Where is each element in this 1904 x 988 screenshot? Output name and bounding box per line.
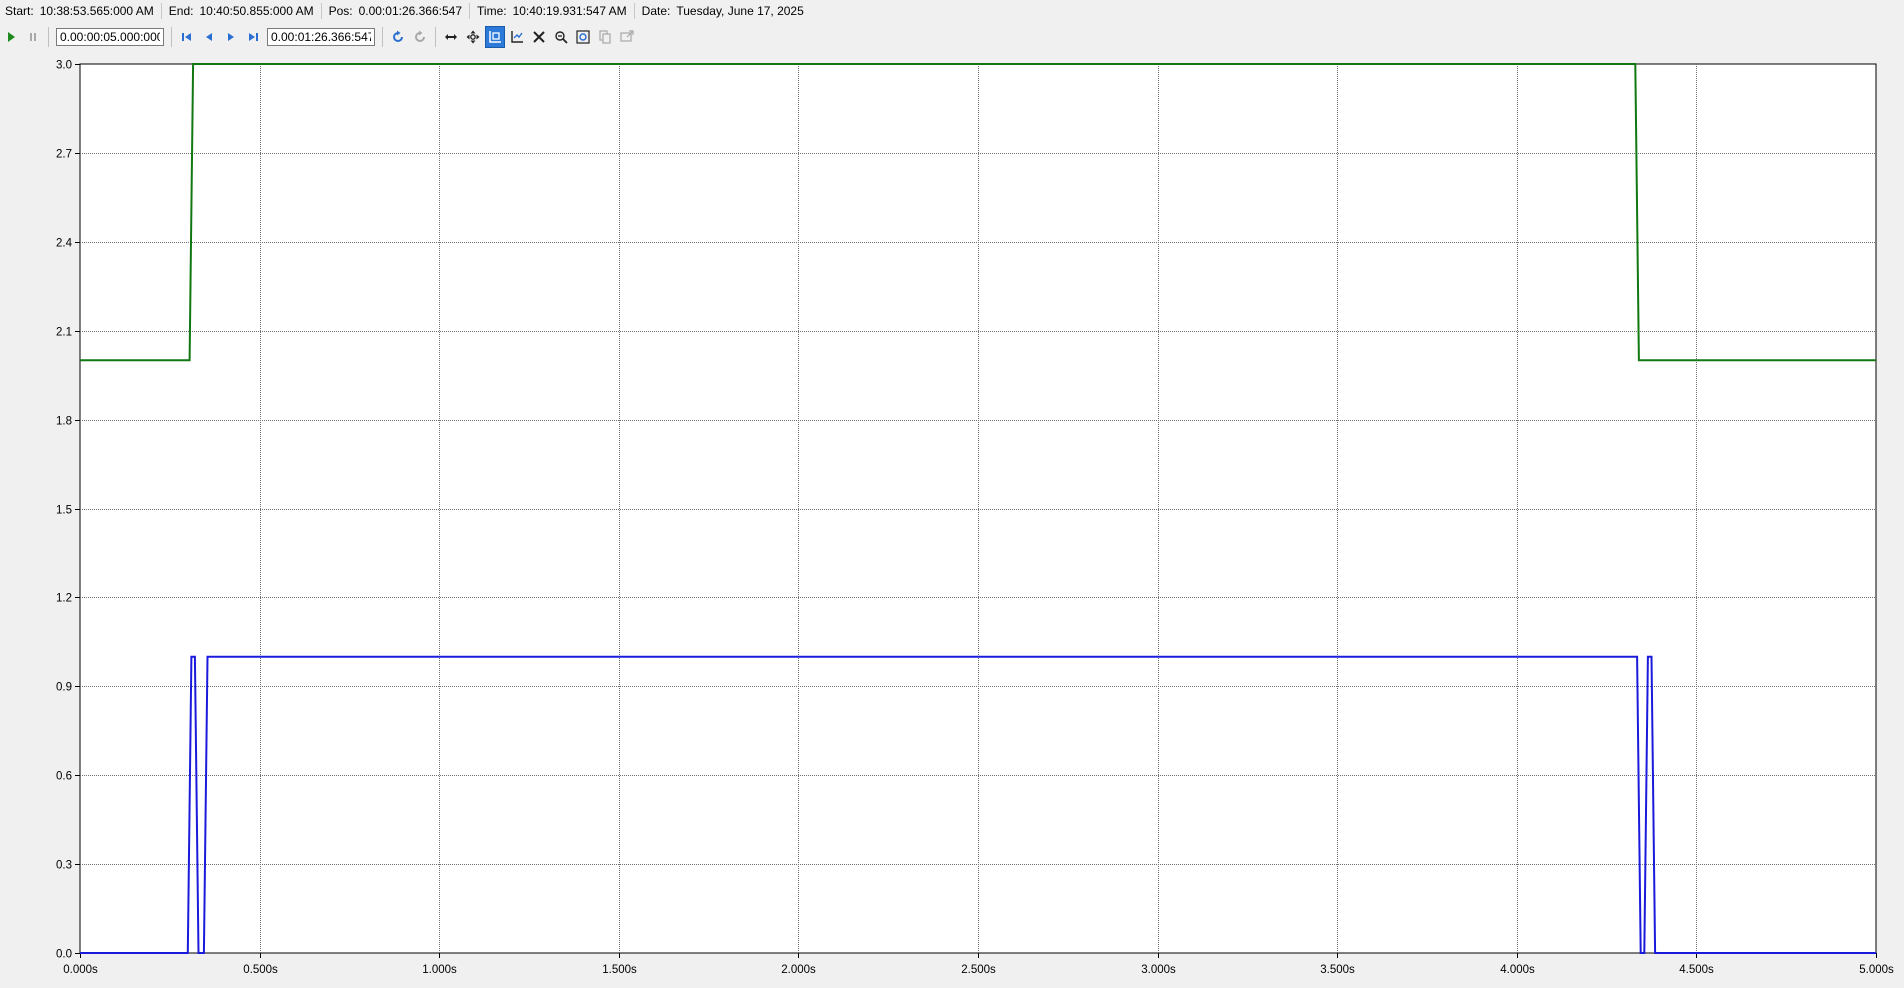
date-value: Tuesday, June 17, 2025 — [676, 4, 804, 18]
y-tick-label: 0.6 — [56, 771, 72, 783]
zoom-x-button[interactable] — [507, 26, 527, 48]
info-bar: Start: 10:38:53.565:000 AM End: 10:40:50… — [0, 0, 1904, 22]
toolbar-separator — [171, 27, 172, 47]
last-button[interactable] — [243, 26, 263, 48]
position-input[interactable] — [267, 28, 375, 46]
export-icon — [620, 30, 634, 42]
zoom-x-icon — [511, 31, 523, 43]
next-icon — [228, 33, 234, 41]
zoom-select-button[interactable] — [485, 26, 505, 48]
zoom-select-icon — [489, 31, 501, 43]
y-tick-label: 0.3 — [56, 860, 72, 872]
chart-area: 0.0 0.3 0.6 0.9 1.2 1.5 1.8 2.1 2.4 2.7 3.0 0.000s… — [0, 54, 1904, 988]
reset-zoom-button[interactable] — [529, 26, 549, 48]
x-tick-label: 4.000s — [1500, 964, 1535, 976]
export-button[interactable] — [617, 26, 637, 48]
pos-info: Pos: 0.00:01:26.366:547 — [322, 3, 471, 19]
y-axis: 0.0 0.3 0.6 0.9 1.2 1.5 1.8 2.1 2.4 2.7 3.0 — [56, 60, 80, 961]
x-tick-label: 1.000s — [422, 964, 457, 976]
start-value: 10:38:53.565:000 AM — [39, 4, 154, 18]
start-info: Start: 10:38:53.565:000 AM — [0, 3, 162, 19]
time-info: Time: 10:40:19.931:547 AM — [470, 3, 635, 19]
toolbar-separator — [48, 27, 49, 47]
x-tick-label: 5.000s — [1859, 964, 1894, 976]
last-icon — [249, 33, 258, 41]
x-axis: 0.000s 0.500s 1.000s 1.500s 2.000s 2.500s 3.00… — [63, 953, 1894, 976]
toolbar-separator — [435, 27, 436, 47]
previous-button[interactable] — [199, 26, 219, 48]
time-value: 10:40:19.931:547 AM — [512, 4, 627, 18]
refresh-icon — [393, 30, 403, 42]
x-tick-label: 2.000s — [781, 964, 816, 976]
y-tick-label: 2.4 — [56, 238, 73, 250]
pos-label: Pos: — [328, 4, 353, 18]
first-icon — [182, 33, 191, 41]
interval-input[interactable] — [56, 28, 164, 46]
toolbar-separator — [382, 27, 383, 47]
date-label: Date: — [641, 4, 671, 18]
auto-refresh-button[interactable] — [410, 26, 430, 48]
pan-button[interactable] — [463, 26, 483, 48]
y-tick-label: 1.5 — [56, 505, 72, 517]
start-label: Start: — [5, 4, 34, 18]
fit-horizontal-icon — [445, 34, 457, 40]
zoom-fit-button[interactable] — [573, 26, 593, 48]
y-tick-label: 1.2 — [56, 593, 72, 605]
y-tick-label: 2.7 — [56, 149, 72, 161]
date-info: Date: Tuesday, June 17, 2025 — [635, 3, 811, 19]
pos-value: 0.00:01:26.366:547 — [358, 4, 463, 18]
x-tick-label: 0.000s — [63, 964, 98, 976]
reset-zoom-icon — [533, 31, 545, 43]
first-button[interactable] — [177, 26, 197, 48]
signal-viewer-window: Start: 10:38:53.565:000 AM End: 10:40:50… — [0, 0, 1904, 988]
zoom-fit-icon — [576, 30, 590, 44]
x-tick-label: 4.500s — [1679, 964, 1714, 976]
refresh-button[interactable] — [388, 26, 408, 48]
pan-icon — [466, 30, 480, 44]
play-button[interactable] — [1, 26, 21, 48]
y-tick-label: 3.0 — [56, 60, 72, 72]
pause-icon — [30, 33, 36, 41]
y-tick-label: 1.8 — [56, 416, 72, 428]
next-button[interactable] — [221, 26, 241, 48]
y-tick-label: 2.1 — [56, 327, 72, 339]
x-tick-label: 1.500s — [602, 964, 637, 976]
play-icon — [8, 32, 15, 42]
x-tick-label: 2.500s — [961, 964, 996, 976]
y-tick-label: 0.9 — [56, 682, 72, 694]
auto-refresh-icon — [415, 30, 425, 42]
toolbar — [0, 24, 1904, 50]
end-value: 10:40:50.855:000 AM — [199, 4, 314, 18]
x-tick-label: 3.000s — [1141, 964, 1176, 976]
previous-icon — [206, 33, 212, 41]
zoom-out-icon — [555, 31, 568, 44]
signal-chart[interactable]: 0.0 0.3 0.6 0.9 1.2 1.5 1.8 2.1 2.4 2.7 3.0 0.000s… — [0, 54, 1904, 988]
copy-button[interactable] — [595, 26, 615, 48]
end-label: End: — [168, 4, 194, 18]
end-info: End: 10:40:50.855:000 AM — [162, 3, 322, 19]
zoom-out-button[interactable] — [551, 26, 571, 48]
pause-button[interactable] — [23, 26, 43, 48]
y-tick-label: 0.0 — [56, 949, 72, 961]
fit-horizontal-button[interactable] — [441, 26, 461, 48]
x-tick-label: 3.500s — [1320, 964, 1355, 976]
time-label: Time: — [477, 4, 507, 18]
x-tick-label: 0.500s — [243, 964, 278, 976]
copy-icon — [599, 30, 611, 44]
